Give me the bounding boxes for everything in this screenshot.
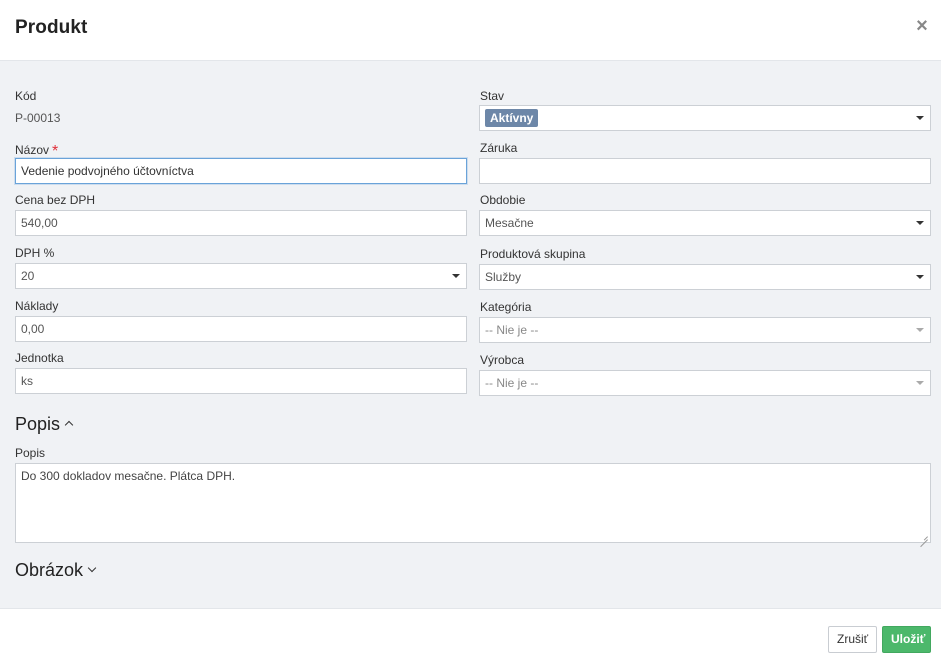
popis-label: Popis: [15, 446, 46, 460]
dph-select[interactable]: 20: [15, 263, 467, 289]
obdobie-label: Obdobie: [480, 193, 526, 207]
cena-label: Cena bez DPH: [15, 193, 96, 207]
popis-section-title: Popis: [15, 414, 61, 434]
skupina-label: Produktová skupina: [480, 247, 586, 261]
obrazok-section-title: Obrázok: [15, 560, 84, 580]
vyrobca-select-value: -- Nie je --: [485, 376, 539, 390]
chevron-up-icon: [64, 420, 74, 430]
popis-textarea[interactable]: Do 300 dokladov mesačne. Plátca DPH.: [15, 463, 931, 543]
chevron-down-icon: [87, 563, 97, 573]
skupina-select-value: Služby: [485, 270, 522, 284]
cancel-button[interactable]: Zrušiť: [828, 626, 877, 653]
vyrobca-label: Výrobca: [480, 353, 525, 367]
kategoria-select[interactable]: -- Nie je --: [479, 317, 931, 343]
nazov-label-text: Názov: [15, 143, 50, 157]
caret-down-icon: [452, 274, 460, 278]
dialog-header: Produkt ×: [0, 0, 941, 61]
caret-down-icon: [916, 328, 924, 332]
nazov-input[interactable]: Vedenie podvojného účtovníctva: [15, 158, 467, 184]
popis-section-toggle[interactable]: Popis: [15, 414, 74, 435]
dph-select-value: 20: [21, 269, 35, 283]
popis-text: Do 300 dokladov mesačne. Plátca DPH.: [21, 469, 236, 483]
caret-down-icon: [916, 116, 924, 120]
caret-down-icon: [916, 275, 924, 279]
dialog-footer: Zrušiť Uložiť: [0, 610, 941, 663]
caret-down-icon: [916, 221, 924, 225]
obdobie-select-value: Mesačne: [485, 216, 534, 230]
vyrobca-select[interactable]: -- Nie je --: [479, 370, 931, 396]
kategoria-select-value: -- Nie je --: [485, 323, 539, 337]
resize-grip-icon[interactable]: [920, 532, 928, 540]
zaruka-label: Záruka: [480, 141, 518, 155]
stav-label: Stav: [480, 89, 505, 103]
kod-label: Kód: [15, 89, 37, 103]
jednotka-label: Jednotka: [15, 351, 64, 365]
zaruka-input[interactable]: [479, 158, 931, 184]
kod-value: P-00013: [15, 111, 61, 125]
close-icon[interactable]: ×: [913, 14, 931, 38]
stav-select[interactable]: Aktívny: [479, 105, 931, 131]
status-badge: Aktívny: [485, 109, 539, 127]
dialog-body: Kód P-00013 Názov * Vedenie podvojného úč…: [0, 61, 941, 609]
obrazok-section-toggle[interactable]: Obrázok: [15, 560, 97, 581]
nazov-label: Názov *: [15, 141, 58, 160]
skupina-select[interactable]: Služby: [479, 264, 931, 290]
caret-down-icon: [916, 381, 924, 385]
dialog-title: Produkt: [15, 17, 88, 38]
cena-input[interactable]: 540,00: [15, 210, 467, 236]
jednotka-input[interactable]: ks: [15, 368, 467, 394]
obdobie-select[interactable]: Mesačne: [479, 210, 931, 236]
naklady-input[interactable]: 0,00: [15, 316, 467, 342]
naklady-label: Náklady: [15, 299, 59, 313]
dph-label: DPH %: [15, 246, 55, 260]
kategoria-label: Kategória: [480, 300, 532, 314]
save-button[interactable]: Uložiť: [882, 626, 931, 653]
